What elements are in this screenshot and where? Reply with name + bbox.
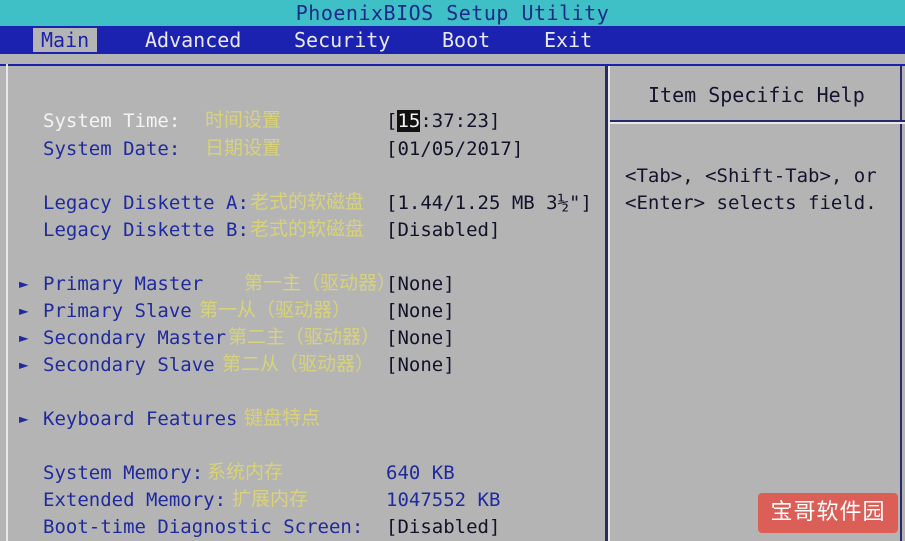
tab-boot[interactable]: Boot [434, 28, 498, 52]
window-title: PhoenixBIOS Setup Utility [295, 1, 610, 25]
secondary-master-cn: 第二主（驱动器） [228, 326, 381, 348]
diskette-b-cn: 老式的软磁盘 [250, 218, 365, 240]
panel-divider-highlight [608, 66, 610, 541]
diskette-b-label[interactable]: Legacy Diskette B: [43, 219, 249, 241]
system-date-cn: 日期设置 [205, 137, 282, 159]
diskette-b-value[interactable]: [Disabled] [386, 219, 500, 241]
boot-diag-value[interactable]: [Disabled] [386, 516, 500, 538]
system-memory-cn: 系统内存 [207, 461, 284, 483]
primary-slave-value[interactable]: [None] [386, 300, 455, 322]
primary-slave-cn: 第一从（驱动器） [199, 299, 352, 321]
help-line-2: <Enter> selects field. [625, 192, 877, 214]
keyboard-features-label[interactable]: Keyboard Features [43, 408, 237, 430]
panel-edge [6, 64, 8, 541]
help-separator-highlight [610, 122, 905, 124]
system-time-value[interactable]: [15:37:23] [386, 110, 500, 132]
tab-main[interactable]: Main [33, 28, 98, 52]
primary-master-cn: 第一主（驱动器） [244, 272, 397, 294]
extended-memory-value: 1047552 KB [386, 489, 501, 511]
boot-diag-label[interactable]: Boot-time Diagnostic Screen: [43, 516, 363, 538]
panel-right-edge [900, 66, 902, 541]
panel-border [0, 64, 905, 66]
primary-slave-label[interactable]: Primary Slave [43, 300, 192, 322]
secondary-slave-label[interactable]: Secondary Slave [43, 354, 215, 376]
system-time-cn: 时间设置 [205, 109, 282, 131]
submenu-arrow-icon: ► [19, 328, 29, 347]
system-memory-value: 640 KB [386, 462, 455, 484]
submenu-arrow-icon: ► [19, 409, 29, 428]
secondary-master-value[interactable]: [None] [386, 327, 455, 349]
tab-security[interactable]: Security [286, 28, 398, 52]
tab-exit[interactable]: Exit [536, 28, 600, 52]
keyboard-features-cn: 键盘特点 [244, 407, 321, 429]
secondary-master-label[interactable]: Secondary Master [43, 327, 226, 349]
diskette-a-cn: 老式的软磁盘 [250, 191, 365, 213]
time-hour-field[interactable]: 15 [397, 110, 421, 132]
submenu-arrow-icon: ► [19, 355, 29, 374]
extended-memory-cn: 扩展内存 [232, 488, 309, 510]
system-date-label[interactable]: System Date: [43, 138, 180, 160]
help-line-1: <Tab>, <Shift-Tab>, or [625, 165, 877, 187]
diskette-a-value[interactable]: [1.44/1.25 MB 3½"] [386, 192, 592, 214]
extended-memory-label: Extended Memory: [43, 489, 227, 511]
help-title: Item Specific Help [648, 83, 865, 107]
system-date-value[interactable]: [01/05/2017] [386, 138, 523, 160]
system-memory-label: System Memory: [43, 462, 204, 484]
secondary-slave-value[interactable]: [None] [386, 354, 455, 376]
primary-master-value[interactable]: [None] [386, 273, 455, 295]
tab-advanced[interactable]: Advanced [137, 28, 249, 52]
system-time-label[interactable]: System Time: [43, 110, 180, 132]
primary-master-label[interactable]: Primary Master [43, 273, 203, 295]
submenu-arrow-icon: ► [19, 274, 29, 293]
submenu-arrow-icon: ► [19, 301, 29, 320]
secondary-slave-cn: 第二从（驱动器） [222, 353, 375, 375]
diskette-a-label[interactable]: Legacy Diskette A: [43, 192, 249, 214]
watermark-logo: 宝哥软件园 [758, 493, 898, 533]
